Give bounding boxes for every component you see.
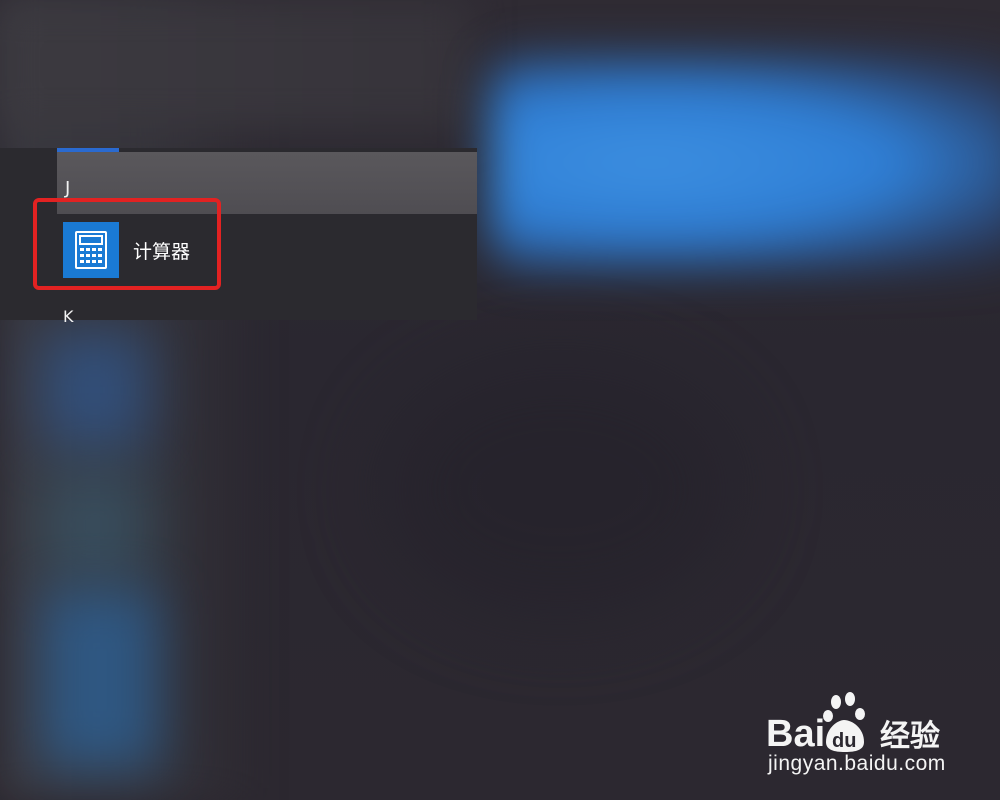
baidu-logo: Bai du 经验 — [762, 690, 992, 756]
app-list-item-calculator[interactable]: 计算器 — [57, 218, 477, 282]
blurred-app-icon — [40, 470, 150, 580]
blurred-app-icon — [40, 330, 150, 450]
blurred-app-icon — [40, 590, 160, 770]
screenshot-canvas: J 计算器 K Bai du 经验 jingyan.baidu.com — [0, 0, 1000, 800]
blurred-top-area — [0, 0, 470, 130]
blurred-live-tile — [490, 55, 1000, 270]
svg-text:du: du — [832, 730, 856, 752]
group-header-j[interactable]: J — [65, 180, 70, 198]
svg-text:经验: 经验 — [880, 719, 940, 754]
app-label-calculator: 计算器 — [133, 241, 191, 263]
watermark-url: jingyan.baidu.com — [768, 752, 946, 775]
blurred-shadow — [380, 360, 740, 620]
svg-text:Bai: Bai — [766, 713, 825, 755]
baidu-paw-logo-icon: Bai du 经验 — [766, 692, 940, 755]
group-header-k[interactable]: K — [63, 309, 74, 325]
calculator-glyph — [75, 231, 107, 269]
baidu-jingyan-watermark: Bai du 经验 jingyan.baidu.com — [762, 690, 992, 790]
blurred-start-menu-column — [0, 0, 260, 800]
calculator-icon — [63, 222, 119, 278]
group-header-j-row[interactable] — [57, 152, 477, 214]
